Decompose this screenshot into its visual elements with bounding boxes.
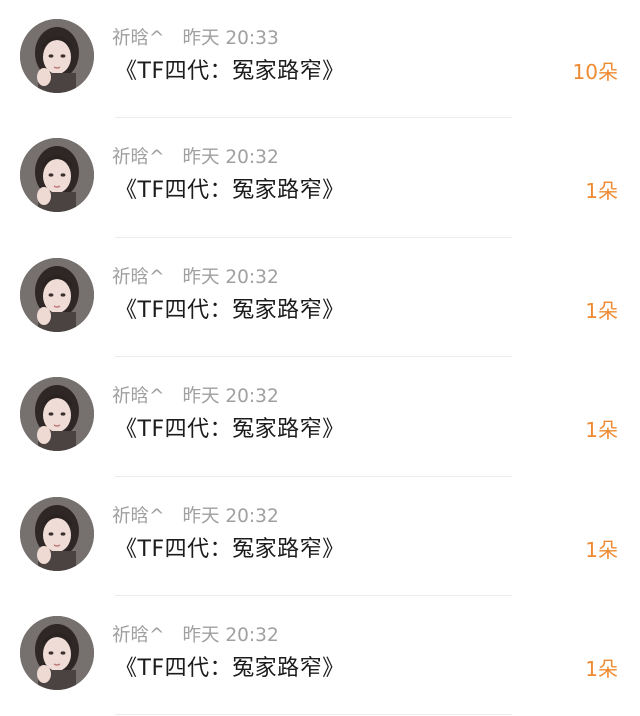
username[interactable]: 祈晗^	[112, 505, 165, 529]
avatar-portrait-icon	[20, 377, 94, 452]
avatar-portrait-icon	[20, 138, 94, 213]
username[interactable]: 祈晗^	[112, 624, 165, 648]
gift-record-list: 祈晗^ 昨天 20:33 《TF四代：冤家路窄》 10朵 祈晗^ 昨天 20:32 …	[0, 0, 640, 716]
work-title[interactable]: 《TF四代：冤家路窄》	[115, 176, 345, 206]
user-avatar[interactable]	[20, 615, 94, 690]
username[interactable]: 祈晗^	[112, 266, 165, 290]
gift-count: 1朵	[585, 179, 618, 204]
gift-count: 1朵	[585, 418, 618, 443]
record-meta: 祈晗^ 昨天 20:32	[112, 385, 279, 409]
row-divider	[115, 236, 512, 238]
work-title[interactable]: 《TF四代：冤家路窄》	[115, 535, 345, 565]
username[interactable]: 祈晗^	[112, 27, 165, 51]
work-title[interactable]: 《TF四代：冤家路窄》	[115, 296, 345, 326]
record-meta: 祈晗^ 昨天 20:32	[112, 266, 279, 290]
gift-record-row[interactable]: 祈晗^ 昨天 20:32 《TF四代：冤家路窄》 1朵	[0, 597, 640, 716]
work-title[interactable]: 《TF四代：冤家路窄》	[115, 654, 345, 684]
record-meta: 祈晗^ 昨天 20:32	[112, 146, 279, 170]
username[interactable]: 祈晗^	[112, 146, 165, 170]
avatar-portrait-icon	[20, 615, 94, 690]
row-divider	[115, 356, 512, 358]
timestamp: 昨天 20:32	[182, 147, 279, 169]
timestamp: 昨天 20:32	[182, 266, 279, 288]
avatar-portrait-icon	[20, 496, 94, 571]
gift-count: 1朵	[585, 537, 618, 562]
row-divider	[115, 475, 512, 477]
gift-record-row[interactable]: 祈晗^ 昨天 20:32 《TF四代：冤家路窄》 1朵	[0, 119, 640, 238]
user-avatar[interactable]	[20, 138, 94, 213]
username[interactable]: 祈晗^	[112, 385, 165, 409]
user-avatar[interactable]	[20, 496, 94, 571]
gift-record-row[interactable]: 祈晗^ 昨天 20:32 《TF四代：冤家路窄》 1朵	[0, 239, 640, 358]
timestamp: 昨天 20:32	[182, 386, 279, 408]
row-divider	[115, 117, 512, 119]
timestamp: 昨天 20:32	[182, 624, 279, 646]
user-avatar[interactable]	[20, 377, 94, 452]
timestamp: 昨天 20:32	[182, 505, 279, 527]
gift-count: 1朵	[585, 656, 618, 681]
timestamp: 昨天 20:33	[182, 28, 279, 49]
user-avatar[interactable]	[20, 19, 94, 93]
user-avatar[interactable]	[20, 257, 94, 332]
avatar-portrait-icon	[20, 257, 94, 332]
gift-record-row[interactable]: 祈晗^ 昨天 20:33 《TF四代：冤家路窄》 10朵	[0, 0, 640, 119]
record-meta: 祈晗^ 昨天 20:32	[112, 505, 279, 529]
avatar-portrait-icon	[20, 19, 94, 93]
gift-count: 10朵	[572, 60, 618, 84]
gift-record-row[interactable]: 祈晗^ 昨天 20:32 《TF四代：冤家路窄》 1朵	[0, 358, 640, 477]
record-meta: 祈晗^ 昨天 20:33	[112, 27, 279, 51]
gift-count: 1朵	[585, 298, 618, 323]
record-meta: 祈晗^ 昨天 20:32	[112, 624, 279, 648]
row-divider	[115, 594, 512, 596]
gift-record-row[interactable]: 祈晗^ 昨天 20:32 《TF四代：冤家路窄》 1朵	[0, 478, 640, 597]
work-title[interactable]: 《TF四代：冤家路窄》	[115, 57, 345, 87]
work-title[interactable]: 《TF四代：冤家路窄》	[115, 415, 345, 445]
